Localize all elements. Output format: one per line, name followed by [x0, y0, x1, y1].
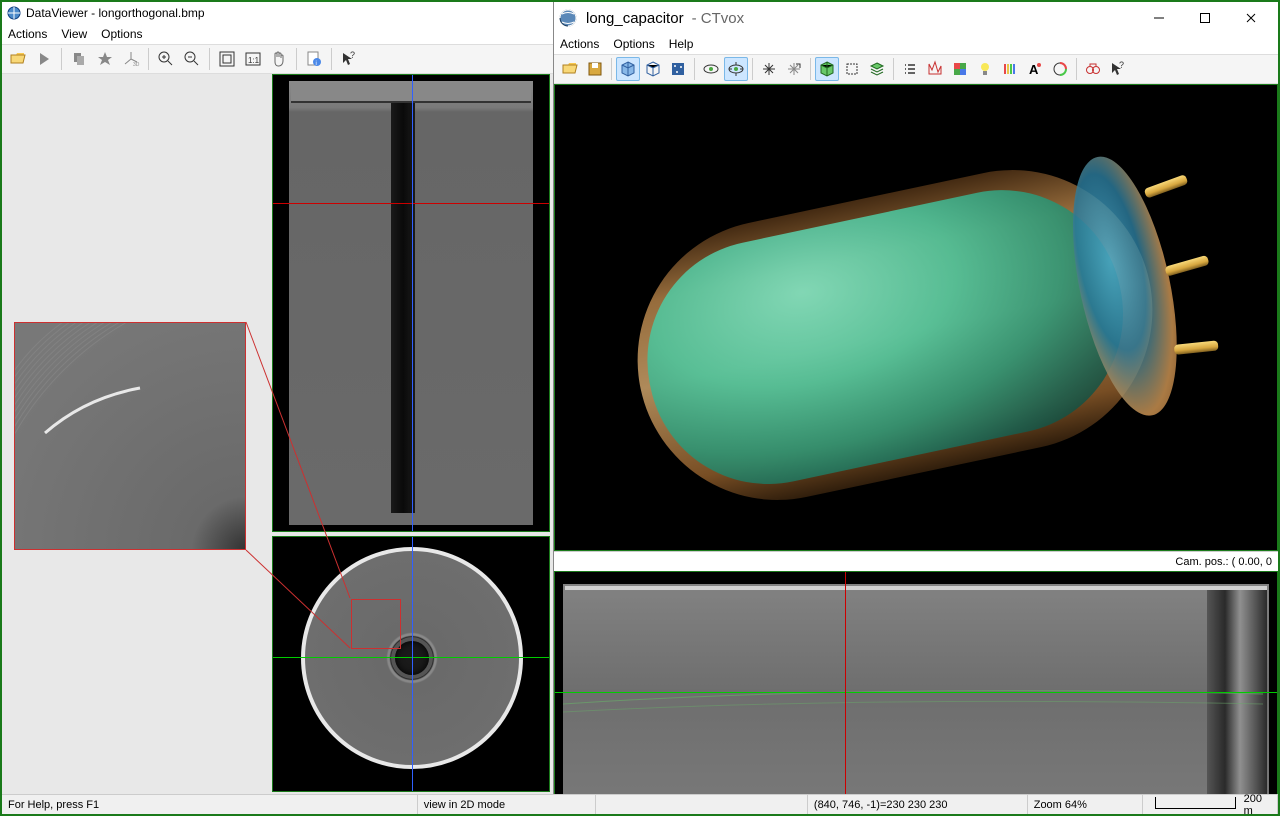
- palette-button[interactable]: [998, 57, 1022, 81]
- dataviewer-viewport[interactable]: [2, 74, 553, 814]
- ctvox-title-file: long_capacitor: [586, 10, 684, 27]
- close-button[interactable]: [1228, 3, 1274, 33]
- status-coords: (840, 746, -1)=230 230 230: [808, 795, 1028, 814]
- texture-button[interactable]: [666, 57, 690, 81]
- status-zoom: Zoom 64%: [1028, 795, 1143, 814]
- info-button[interactable]: i: [302, 47, 326, 71]
- star-button[interactable]: [93, 47, 117, 71]
- ctvox-title-app: - CTvox: [692, 10, 745, 27]
- capacitor-pin-icon: [1164, 255, 1209, 277]
- capacitor-pin-icon: [1144, 174, 1189, 198]
- sagittal-panel[interactable]: [272, 74, 550, 532]
- menu-options[interactable]: Options: [613, 37, 654, 51]
- binoculars-button[interactable]: [1081, 57, 1105, 81]
- menu-view[interactable]: View: [61, 27, 87, 41]
- open-button[interactable]: [558, 57, 582, 81]
- axes3d-button[interactable]: 3D: [119, 47, 143, 71]
- histogram-button[interactable]: [923, 57, 947, 81]
- light-button[interactable]: [973, 57, 997, 81]
- hue-button[interactable]: [1048, 57, 1072, 81]
- dataviewer-app-icon: [6, 5, 22, 21]
- zoom-in-button[interactable]: [154, 47, 178, 71]
- dataviewer-window: DataViewer - longorthogonal.bmp Actions …: [2, 2, 554, 814]
- dataviewer-titlebar: DataViewer - longorthogonal.bmp: [2, 2, 553, 24]
- capacitor-render: [612, 144, 1179, 526]
- eye-target-button[interactable]: [724, 57, 748, 81]
- camera-position-bar: Cam. pos.: ( 0.00, 0: [554, 551, 1278, 571]
- cube-wireframe-button[interactable]: [641, 57, 665, 81]
- status-scalebar: 200 m: [1143, 795, 1278, 814]
- coronal-panel[interactable]: [554, 571, 1278, 814]
- open-button[interactable]: [6, 47, 30, 71]
- save-button[interactable]: [583, 57, 607, 81]
- zoom-inset: [14, 322, 246, 550]
- titlebar-app-name: DataViewer - longorthogonal.bmp: [26, 6, 205, 20]
- status-help-text: For Help, press F1: [2, 795, 418, 814]
- ctvox-app-icon: [558, 8, 578, 28]
- eye-view-button[interactable]: [699, 57, 723, 81]
- axial-panel[interactable]: [272, 536, 550, 792]
- capacitor-pin-icon: [1174, 340, 1219, 355]
- menu-help[interactable]: Help: [669, 37, 694, 51]
- spark-arrow-button[interactable]: [782, 57, 806, 81]
- one-to-one-button[interactable]: 1:1: [241, 47, 265, 71]
- minimize-button[interactable]: [1136, 3, 1182, 33]
- colormap-button[interactable]: [948, 57, 972, 81]
- menu-actions[interactable]: Actions: [560, 37, 599, 51]
- svg-text:?: ?: [350, 50, 355, 60]
- dataviewer-menubar: Actions View Options: [2, 24, 553, 44]
- help-pointer-button[interactable]: ?: [1106, 57, 1130, 81]
- status-view-mode: view in 2D mode: [418, 795, 596, 814]
- ctvox-menubar: Actions Options Help: [554, 34, 1278, 54]
- list-button[interactable]: [898, 57, 922, 81]
- svg-text:1:1: 1:1: [248, 56, 260, 65]
- camera-position-readout: Cam. pos.: ( 0.00, 0: [1175, 556, 1272, 568]
- svg-text:3D: 3D: [133, 62, 140, 68]
- dataviewer-toolbar: 3D 1:1 i ?: [2, 44, 553, 74]
- svg-text:i: i: [316, 61, 317, 67]
- play-button[interactable]: [32, 47, 56, 71]
- pan-hand-button[interactable]: [267, 47, 291, 71]
- spark-center-button[interactable]: [757, 57, 781, 81]
- cube-solid-button[interactable]: [616, 57, 640, 81]
- duplicate-button[interactable]: [67, 47, 91, 71]
- ctvox-3d-viewport[interactable]: [554, 84, 1278, 551]
- crop-button[interactable]: [840, 57, 864, 81]
- svg-text:?: ?: [1119, 60, 1124, 70]
- ctvox-titlebar: long_capacitor - CTvox: [554, 2, 1278, 34]
- status-bar: For Help, press F1 view in 2D mode (840,…: [2, 794, 1278, 814]
- fit-screen-button[interactable]: [215, 47, 239, 71]
- zoom-out-button[interactable]: [180, 47, 204, 71]
- help-pointer-button[interactable]: ?: [337, 47, 361, 71]
- maximize-button[interactable]: [1182, 3, 1228, 33]
- menu-actions[interactable]: Actions: [8, 27, 47, 41]
- ctvox-toolbar: A ?: [554, 54, 1278, 84]
- layers-button[interactable]: [865, 57, 889, 81]
- menu-options[interactable]: Options: [101, 27, 142, 41]
- clip-box-button[interactable]: [815, 57, 839, 81]
- text-annotation-button[interactable]: A: [1023, 57, 1047, 81]
- zoom-roi-box: [351, 599, 401, 649]
- ctvox-window: long_capacitor - CTvox Actions Options H…: [554, 2, 1278, 814]
